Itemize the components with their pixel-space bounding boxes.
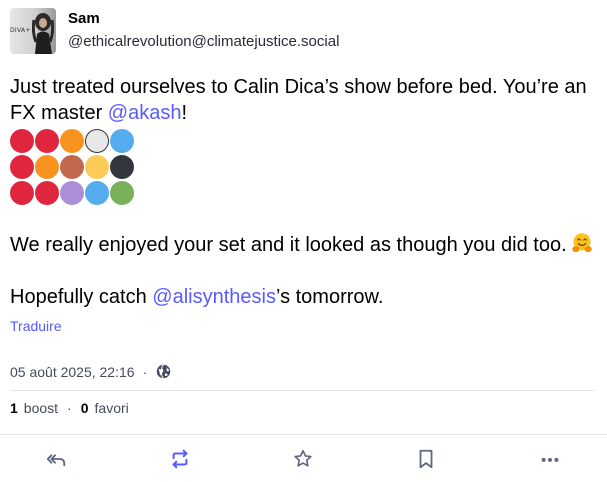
circle-emoji-icon bbox=[60, 129, 84, 153]
globe-icon bbox=[157, 364, 171, 379]
circle-emoji-icon bbox=[35, 155, 59, 179]
reply-all-button[interactable] bbox=[42, 445, 70, 473]
circle-emoji-icon bbox=[10, 181, 34, 205]
action-bar bbox=[0, 445, 607, 473]
more-icon bbox=[541, 457, 559, 462]
avatar-text: DIVA+ bbox=[10, 27, 31, 34]
status-text: Hopefully catch bbox=[10, 286, 153, 308]
circle-emoji-icon bbox=[10, 155, 34, 179]
mention-alisynthesis[interactable]: @alisynthesis bbox=[152, 286, 276, 308]
status-paragraph-1: Just treated ourselves to Calin Dica’s s… bbox=[10, 74, 595, 126]
mention-akash[interactable]: @akash bbox=[108, 102, 182, 124]
circle-emoji-icon bbox=[35, 129, 59, 153]
star-icon bbox=[294, 449, 312, 467]
status-text: ! bbox=[181, 102, 188, 124]
reply-all-icon bbox=[46, 454, 66, 467]
circle-emoji-icon bbox=[85, 129, 109, 153]
circle-emoji-icon bbox=[60, 181, 84, 205]
boost-button[interactable] bbox=[166, 445, 194, 473]
hugging-face-emoji-icon bbox=[571, 233, 592, 253]
status-timestamp[interactable]: 05 août 2025, 22:16 bbox=[10, 364, 135, 380]
status-content: Just treated ourselves to Calin Dica’s s… bbox=[10, 74, 595, 310]
circle-emoji-icon bbox=[10, 129, 34, 153]
circle-emoji-icon bbox=[85, 181, 109, 205]
circle-emoji-icon bbox=[35, 181, 59, 205]
divider bbox=[0, 434, 607, 435]
status-detail: DIVA+ Sam @ethicalrevolution@climatejust… bbox=[0, 0, 607, 482]
emoji-dot-grid bbox=[10, 128, 595, 206]
boost-count-link[interactable]: 1 boost bbox=[10, 400, 58, 416]
status-text: Just treated ourselves to Calin Dica’s s… bbox=[10, 76, 587, 124]
divider bbox=[10, 390, 595, 391]
boost-icon bbox=[172, 449, 188, 469]
translate-button[interactable]: Traduire bbox=[10, 318, 62, 334]
status-header: DIVA+ Sam @ethicalrevolution@climatejust… bbox=[10, 8, 339, 56]
more-button[interactable] bbox=[536, 445, 564, 473]
circle-emoji-icon bbox=[110, 129, 134, 153]
favourite-count: 0 bbox=[80, 400, 89, 416]
meta-separator: · bbox=[142, 363, 148, 380]
boost-count-label: boost bbox=[23, 400, 59, 416]
boost-count: 1 bbox=[10, 400, 18, 416]
account-handle[interactable]: @ethicalrevolution@climatejustice.social bbox=[68, 32, 339, 52]
circle-emoji-icon bbox=[60, 155, 84, 179]
status-meta: 05 août 2025, 22:16 · bbox=[10, 363, 172, 380]
avatar[interactable]: DIVA+ bbox=[10, 8, 56, 54]
status-paragraph-2: We really enjoyed your set and it looked… bbox=[10, 232, 595, 258]
status-text: ’s tomorrow. bbox=[275, 286, 384, 308]
bookmark-button[interactable] bbox=[412, 445, 440, 473]
circle-emoji-icon bbox=[85, 155, 109, 179]
favourite-count-label: favori bbox=[94, 400, 129, 416]
emoji-dot-row bbox=[10, 154, 595, 180]
status-counts: 1 boost · 0 favori bbox=[10, 400, 129, 416]
circle-emoji-icon bbox=[110, 155, 134, 179]
avatar-figure-icon bbox=[32, 13, 54, 54]
emoji-dot-row bbox=[10, 128, 595, 154]
display-name[interactable]: Sam bbox=[68, 9, 339, 29]
counts-separator: · bbox=[67, 400, 72, 416]
status-paragraph-3: Hopefully catch @alisynthesis’s tomorrow… bbox=[10, 284, 595, 310]
favourite-count-link[interactable]: 0 favori bbox=[81, 400, 129, 416]
favourite-button[interactable] bbox=[289, 445, 317, 473]
circle-emoji-icon bbox=[110, 181, 134, 205]
emoji-dot-row bbox=[10, 180, 595, 206]
bookmark-icon bbox=[419, 449, 433, 469]
status-text: We really enjoyed your set and it looked… bbox=[10, 234, 567, 256]
